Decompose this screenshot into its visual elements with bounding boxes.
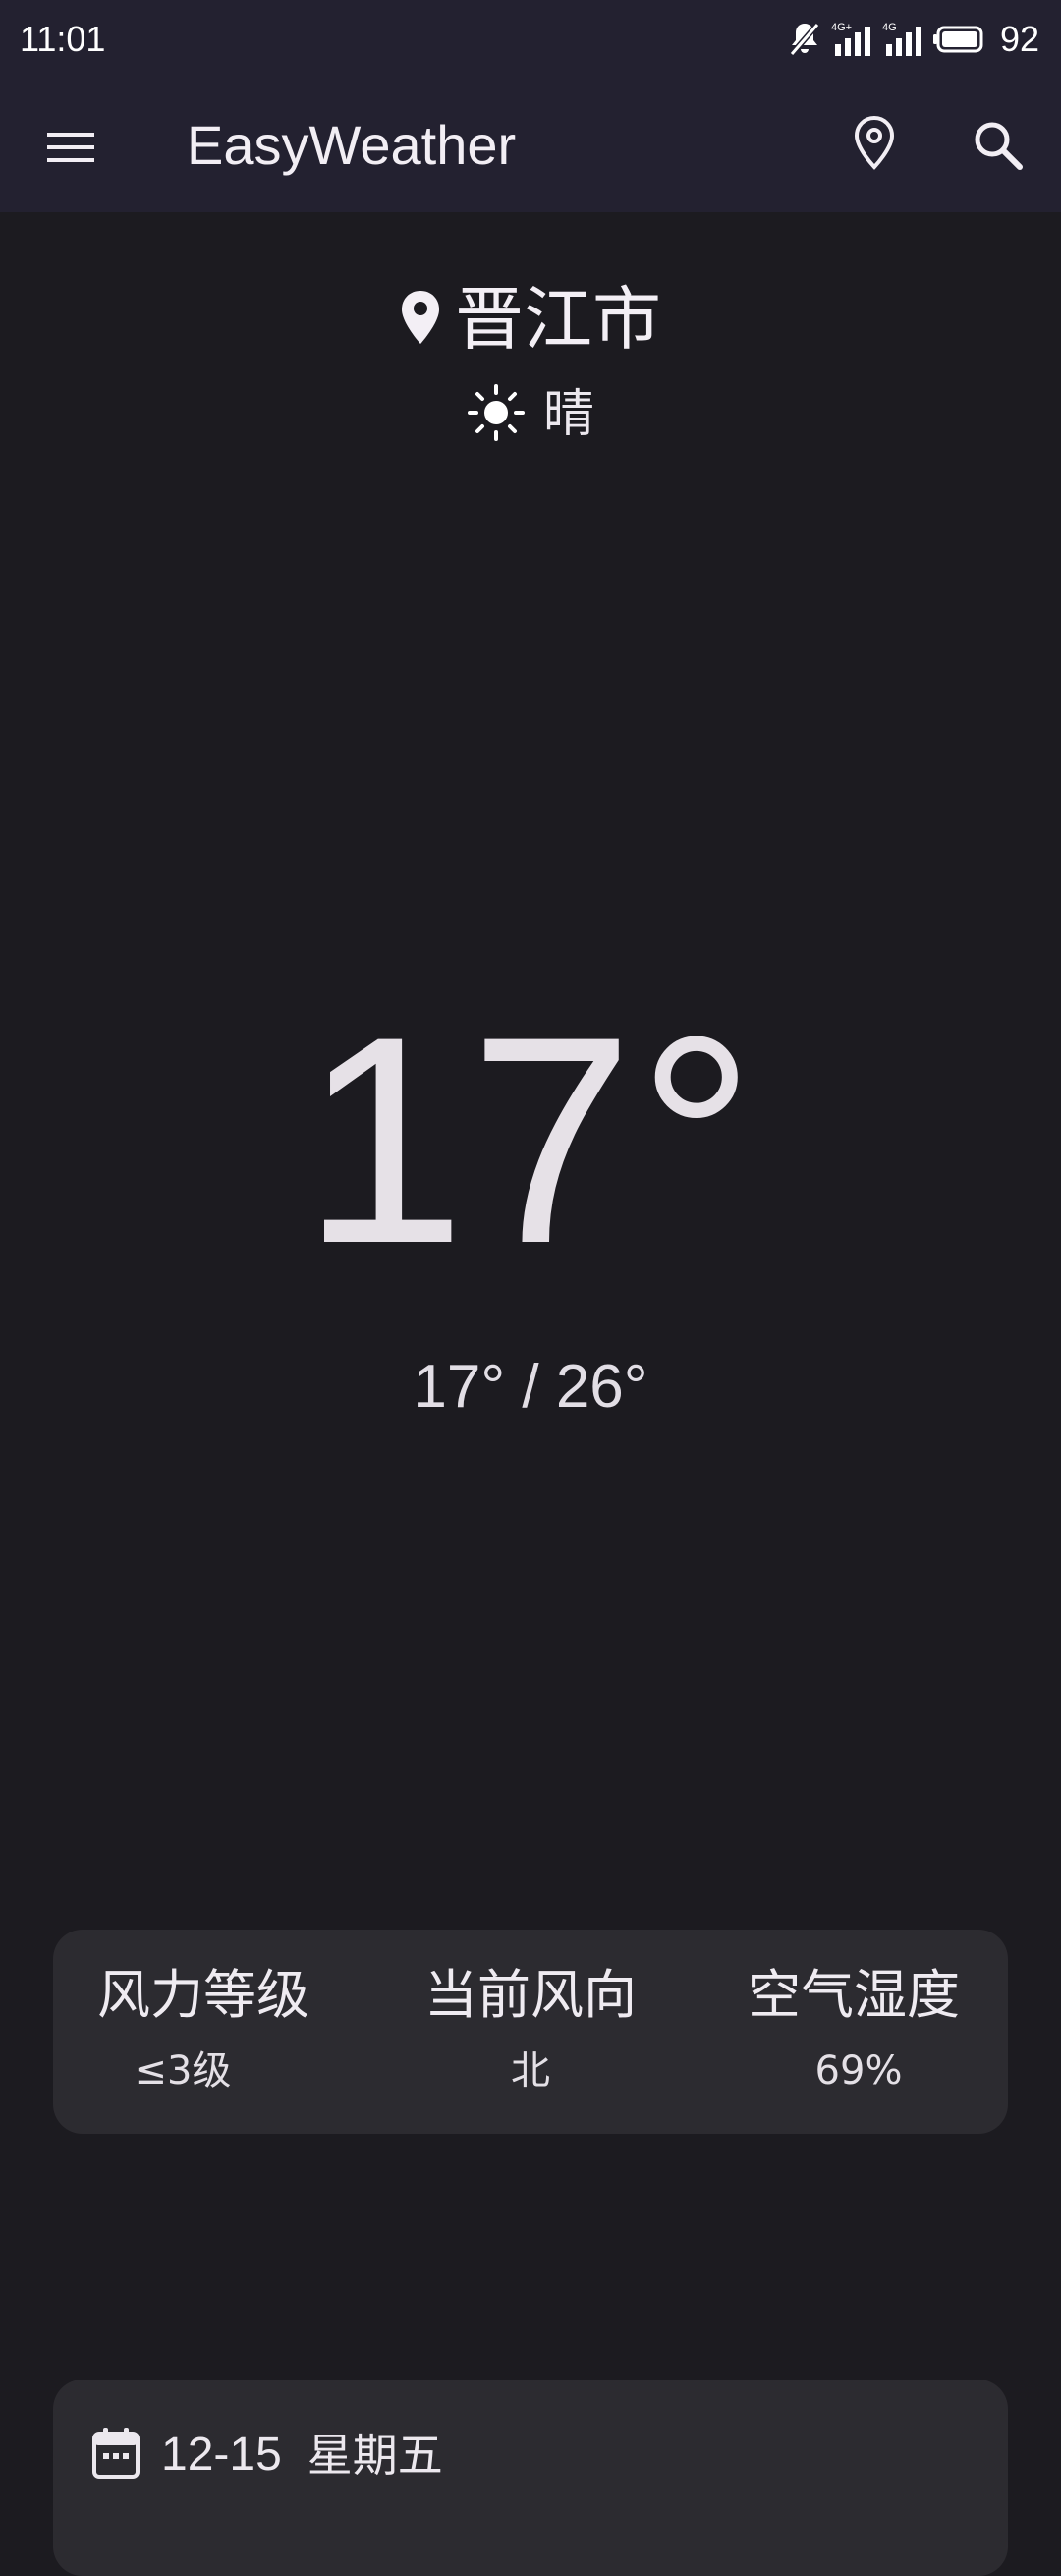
weather-details-card: 风力等级 ≤3级 当前风向 北 空气湿度 69% bbox=[53, 1930, 1008, 2134]
humidity-item: 空气湿度 69% bbox=[690, 1930, 1008, 2134]
app-title: EasyWeather bbox=[187, 114, 517, 176]
city-header: 晋江市 bbox=[0, 275, 1061, 364]
forecast-date-row: 12-15 星期五 bbox=[90, 2421, 443, 2490]
humidity-value: 69% bbox=[814, 2048, 903, 2094]
forecast-date: 12-15 bbox=[161, 2429, 282, 2481]
wind-level-value: ≤3级 bbox=[134, 2048, 232, 2094]
temperature-range: 17° / 26° bbox=[413, 1353, 648, 1421]
menu-icon[interactable] bbox=[43, 120, 98, 175]
current-temperature: 17° bbox=[302, 975, 759, 1305]
location-pin-icon bbox=[400, 289, 441, 350]
condition-text: 晴 bbox=[542, 385, 594, 444]
search-icon[interactable] bbox=[967, 114, 1030, 177]
notifications-off-icon bbox=[788, 21, 821, 58]
sun-icon bbox=[467, 383, 526, 446]
wind-direction-item: 当前风向 北 bbox=[371, 1930, 690, 2134]
calendar-icon bbox=[90, 2426, 141, 2485]
wind-direction-value: 北 bbox=[511, 2048, 550, 2094]
forecast-card[interactable]: 12-15 星期五 bbox=[53, 2380, 1008, 2576]
signal-icon: 4G+ bbox=[831, 21, 872, 58]
battery-level: 92 bbox=[999, 19, 1039, 59]
signal-icon: 4G bbox=[882, 21, 923, 58]
humidity-label: 空气湿度 bbox=[748, 1964, 960, 2026]
wind-level-item: 风力等级 ≤3级 bbox=[53, 1930, 371, 2134]
city-name: 晋江市 bbox=[455, 279, 661, 360]
status-icons: 4G+ 4G 92 bbox=[788, 18, 1039, 61]
wind-direction-label: 当前风向 bbox=[424, 1964, 637, 2026]
condition-row: 晴 bbox=[0, 379, 1061, 450]
network-label-1: 4G+ bbox=[831, 22, 852, 33]
wind-level-label: 风力等级 bbox=[97, 1964, 309, 2026]
status-bar: 11:01 4G+ 4G 92 bbox=[0, 0, 1061, 79]
location-pin-icon[interactable] bbox=[847, 112, 902, 175]
status-time: 11:01 bbox=[20, 19, 106, 59]
network-label-2: 4G bbox=[882, 22, 897, 33]
battery-icon bbox=[932, 25, 986, 54]
app-bar: EasyWeather bbox=[0, 79, 1061, 212]
forecast-weekday: 星期五 bbox=[307, 2429, 443, 2482]
